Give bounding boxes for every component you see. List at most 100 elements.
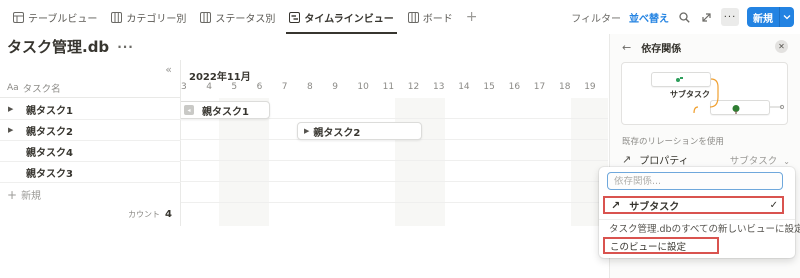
count-value: 4 — [165, 209, 172, 220]
more-options-icon[interactable]: ··· — [721, 8, 739, 26]
timeline-icon — [289, 11, 301, 23]
bar-label: 親タスク2 — [313, 127, 361, 139]
tab-label: ステータス別 — [215, 13, 276, 25]
tab-label: テーブルビュー — [28, 13, 98, 25]
page-title-row: タスク管理.db ··· — [7, 36, 134, 57]
chevron-down-icon: ⌄ — [783, 156, 790, 166]
tab-status[interactable]: ステータス別 — [193, 0, 282, 34]
relation-property-select[interactable]: ↗ プロパティ サブタスク ⌄ — [622, 152, 790, 167]
option-label: サブタスク — [629, 201, 680, 213]
expand-caret-icon[interactable]: ▶ — [0, 105, 16, 113]
search-icon[interactable] — [677, 10, 691, 24]
dependency-preview: サブタスク — [621, 62, 788, 125]
apply-this-label: このビューに設定 — [610, 241, 687, 253]
timeline-day-label: 6 — [256, 82, 263, 92]
tab-table-view[interactable]: テーブルビュー — [6, 0, 104, 34]
row-name: 親タスク2 — [26, 126, 73, 138]
page-title: タスク管理.db — [7, 38, 110, 56]
add-view-icon[interactable]: + — [460, 0, 484, 34]
expand-caret-icon[interactable]: ▶ — [304, 127, 309, 135]
timeline-day-label: 15 — [483, 82, 495, 92]
panel-title: 依存関係 — [641, 44, 682, 55]
timeline-day-label: 13 — [433, 82, 445, 92]
relation-arrow-icon: ↗ — [622, 153, 632, 166]
new-button-label: 新規 — [753, 13, 773, 25]
add-new-row-button[interactable]: + 新規 — [7, 187, 42, 203]
column-header-task-name[interactable]: Aa タスク名 — [0, 78, 181, 98]
timeline-row — [181, 140, 608, 161]
timeline-day-label: 11 — [382, 82, 395, 92]
dependency-search-input[interactable] — [614, 175, 782, 187]
timeline-day-label: 19 — [584, 82, 596, 92]
table-row[interactable]: 親タスク4 — [0, 141, 181, 162]
timeline-grid: 2022年11月 3 4 5 6 7 8 9 10 11 12 13 14 15 16 17 18 19 ◂ 親… — [181, 60, 608, 226]
tab-category[interactable]: カテゴリー別 — [104, 0, 193, 34]
view-tab-bar: テーブルビュー カテゴリー別 ステータス別 タイムラインビュー ボード + フィ… — [0, 0, 800, 34]
timeline-day-label: 12 — [407, 82, 420, 92]
timeline-day-label: 18 — [559, 82, 571, 92]
timeline-day-label: 16 — [508, 82, 521, 92]
property-value: サブタスク ⌄ — [730, 153, 790, 167]
property-value-text: サブタスク — [729, 155, 778, 167]
relation-arrow-icon: ↗ — [611, 198, 621, 212]
view-toolbar: フィルター 並べ替え ··· 新規 — [571, 0, 794, 34]
apply-to-all-views-button[interactable]: タスク管理.dbのすべての新しいビューに設定 — [609, 221, 800, 235]
bar-label: 親タスク1 — [202, 106, 249, 118]
row-count: カウント 4 — [128, 209, 172, 220]
expand-caret-icon[interactable]: ▶ — [0, 126, 16, 134]
timeline-day-label: 3 — [181, 82, 187, 92]
timeline-day-label: 4 — [206, 82, 212, 92]
checkmark-icon: ✓ — [769, 199, 778, 211]
filter-button[interactable]: フィルター — [571, 10, 621, 25]
text-property-icon: Aa — [7, 82, 19, 93]
divider — [599, 219, 795, 220]
new-row-label: 新規 — [21, 191, 42, 202]
relation-dropdown: ↗ サブタスク ✓ タスク管理.dbのすべての新しいビューに設定 このビューに設… — [599, 167, 800, 258]
view-tabs: テーブルビュー カテゴリー別 ステータス別 タイムラインビュー ボード + — [0, 0, 483, 34]
timeline-day-label: 7 — [281, 82, 288, 92]
timeline-row — [181, 182, 608, 203]
chevron-down-icon[interactable] — [779, 7, 794, 27]
timeline-day-label: 9 — [332, 82, 338, 92]
close-icon[interactable]: ✕ — [775, 40, 788, 53]
property-name: プロパティ — [639, 156, 689, 167]
tab-label: カテゴリー別 — [126, 13, 187, 25]
apply-to-this-view-button[interactable]: このビューに設定 — [603, 237, 719, 254]
table-row[interactable]: ▶ 親タスク2 — [0, 120, 181, 141]
timeline-day-label: 14 — [458, 82, 470, 92]
timeline-month: 2022年11月 — [189, 72, 251, 83]
board-icon — [407, 11, 419, 23]
row-name: 親タスク1 — [26, 105, 73, 117]
timeline-day-label: 10 — [357, 82, 369, 92]
back-arrow-icon[interactable]: ← — [622, 41, 631, 54]
table-row[interactable]: ▶ 親タスク1 — [0, 99, 181, 120]
timeline-day-label: 17 — [533, 82, 546, 92]
column-header-label: タスク名 — [22, 83, 61, 95]
tab-timeline-view[interactable]: タイムラインビュー — [282, 0, 400, 34]
table-icon — [13, 11, 24, 23]
timeline-table-panel: « Aa タスク名 ▶ 親タスク1 ▶ 親タスク2 親タスク4 親タスク3 + … — [0, 60, 181, 226]
new-button[interactable]: 新規 — [747, 7, 794, 27]
tab-board[interactable]: ボード — [401, 0, 460, 34]
count-label: カウント — [128, 210, 161, 219]
timeline-bar[interactable]: ◂ 親タスク1 — [181, 101, 270, 119]
tab-label: ボード — [422, 13, 453, 25]
preview-label: サブタスク — [670, 90, 710, 99]
board-icon — [200, 11, 212, 23]
board-icon — [111, 11, 123, 23]
timeline-day-label: 5 — [231, 82, 238, 92]
collapse-table-icon[interactable]: « — [165, 63, 172, 76]
relation-option-subtask[interactable]: ↗ サブタスク ✓ — [603, 196, 784, 214]
row-name: 親タスク3 — [26, 168, 73, 180]
panel-header: ← 依存関係 — [622, 40, 681, 55]
row-name: 親タスク4 — [26, 147, 73, 159]
tab-label: タイムラインビュー — [304, 13, 394, 25]
sort-button[interactable]: 並べ替え — [629, 10, 669, 25]
page-icon: ◂ — [184, 105, 194, 115]
title-more-icon[interactable]: ··· — [117, 40, 134, 54]
table-row[interactable]: 親タスク3 — [0, 162, 181, 183]
timeline-bar[interactable]: ▶ 親タスク2 — [297, 122, 422, 140]
plus-icon: + — [7, 187, 18, 202]
expand-icon[interactable] — [699, 10, 713, 24]
timeline-day-label: 8 — [307, 82, 313, 92]
